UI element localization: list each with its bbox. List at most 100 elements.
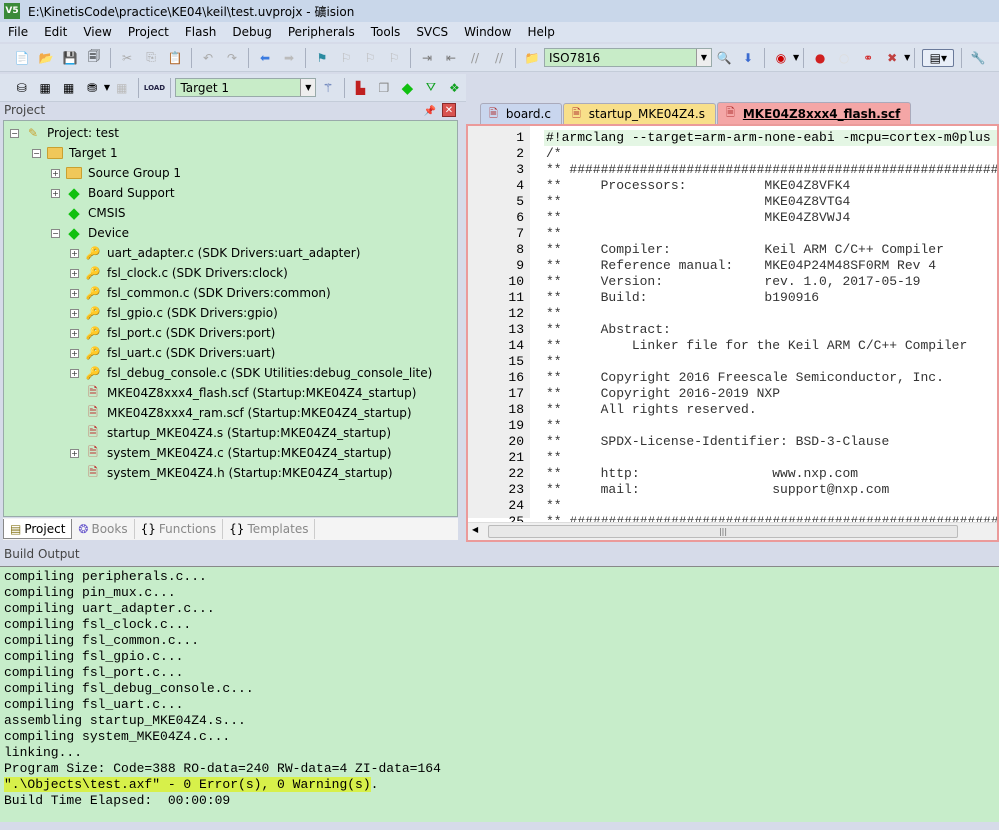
debug-session-icon[interactable]: ◉ [772, 49, 790, 67]
tree-item[interactable]: 🗎 MKE04Z8xxx4_flash.scf (Startup:MKE04Z4_… [70, 383, 416, 403]
indent-icon[interactable]: ⇥ [418, 49, 436, 67]
tree-item[interactable]: + 🔑 fsl_common.c (SDK Drivers:common) [70, 283, 331, 303]
find-in-files-icon[interactable]: 📁 [523, 49, 541, 67]
load-download-icon[interactable]: LOAD [144, 79, 165, 97]
tab-templates[interactable]: {} Templates [223, 519, 316, 539]
menu-peripherals[interactable]: Peripherals [280, 25, 363, 39]
chevron-down-icon[interactable]: ▼ [793, 53, 799, 62]
expand-icon[interactable]: + [70, 268, 79, 278]
collapse-icon[interactable]: − [51, 228, 60, 238]
manage-run-time-environment-icon[interactable]: ◆ [399, 79, 416, 97]
disable-breakpoint-icon[interactable]: ○ [835, 49, 853, 67]
collapse-icon[interactable]: − [10, 128, 19, 138]
bookmark-icon[interactable]: ⚑ [313, 49, 331, 67]
target-options-wand-icon[interactable]: ⚚ [319, 79, 336, 97]
expand-icon[interactable]: + [70, 348, 79, 358]
tree-item[interactable]: 🗎 system_MKE04Z4.h (Startup:MKE04Z4_start… [70, 463, 392, 483]
window-layout-button[interactable]: ▤▾ [922, 48, 955, 67]
uncomment-icon[interactable]: // [490, 49, 508, 67]
copy-icon[interactable]: ⎘ [142, 49, 160, 67]
save-all-icon[interactable]: 🗐 [85, 49, 103, 67]
expand-icon[interactable]: + [51, 188, 60, 198]
chevron-down-icon[interactable]: ▼ [696, 49, 711, 66]
batch-build-icon[interactable]: ⛃ [83, 79, 100, 97]
tree-item[interactable]: 🗎 startup_MKE04Z4.s (Startup:MKE04Z4_star… [70, 423, 391, 443]
find-combo[interactable]: ISO7816 ▼ [544, 48, 712, 67]
menu-file[interactable]: File [0, 25, 36, 39]
expand-icon[interactable]: + [70, 308, 79, 318]
disable-all-breakpoints-icon[interactable]: ⚭ [859, 49, 877, 67]
find-icon[interactable]: 🔍 [715, 49, 733, 67]
file-extensions-icon[interactable]: ▙ [352, 79, 369, 97]
breakpoint-icon[interactable]: ● [811, 49, 829, 67]
expand-icon[interactable]: + [70, 368, 79, 378]
chevron-down-icon[interactable]: ▼ [104, 83, 110, 92]
tree-item[interactable]: ◆ CMSIS [51, 203, 125, 223]
paste-icon[interactable]: 📋 [166, 49, 184, 67]
tree-item[interactable]: + 🔑 fsl_debug_console.c (SDK Utilities:deb… [70, 363, 432, 383]
next-bookmark-icon[interactable]: ⚐ [361, 49, 379, 67]
close-icon[interactable]: ✕ [442, 103, 456, 117]
chevron-down-icon[interactable]: ▼ [300, 79, 316, 96]
menu-svcs[interactable]: SVCS [408, 25, 456, 39]
expand-icon[interactable]: + [70, 248, 79, 258]
undo-icon[interactable]: ↶ [199, 49, 217, 67]
collapse-icon[interactable]: − [32, 148, 41, 158]
expand-icon[interactable]: + [70, 448, 79, 458]
tree-item[interactable]: + 🔑 uart_adapter.c (SDK Drivers:uart_adapt… [70, 243, 360, 263]
expand-icon[interactable]: + [51, 168, 60, 178]
menu-window[interactable]: Window [456, 25, 519, 39]
forward-arrow-icon[interactable]: ➡ [280, 49, 298, 67]
tree-item[interactable]: + 🗎 system_MKE04Z4.c (Startup:MKE04Z4_star… [70, 443, 392, 463]
pin-icon[interactable]: 📌 [424, 103, 436, 120]
configure-wrench-icon[interactable]: 🔧 [969, 49, 987, 67]
tree-item[interactable]: + 🔑 fsl_port.c (SDK Drivers:port) [70, 323, 275, 343]
kill-breakpoints-icon[interactable]: ✖ [883, 49, 901, 67]
scrollbar-thumb[interactable]: ||| [488, 525, 958, 538]
code-editor[interactable]: 1234567891011121314151617181920212223242… [466, 124, 999, 542]
manage-multi-project-icon[interactable]: ❐ [375, 79, 392, 97]
editor-tab[interactable]: 🗎 board.c [480, 103, 562, 124]
translate-icon[interactable]: ⛁ [13, 79, 30, 97]
editor-tab[interactable]: 🗎 startup_MKE04Z4.s [562, 103, 716, 124]
tree-item[interactable]: − ✎ Project: test [10, 123, 119, 143]
tree-item[interactable]: − ◆ Device [51, 223, 129, 243]
build-output-panel[interactable]: compiling peripherals.c... compiling pin_… [0, 566, 999, 822]
tree-item[interactable]: + 🔑 fsl_clock.c (SDK Drivers:clock) [70, 263, 288, 283]
tab-functions[interactable]: {} Functions [135, 519, 224, 539]
select-software-packs-icon[interactable]: ⛛ [422, 79, 439, 97]
menu-tools[interactable]: Tools [363, 25, 409, 39]
scroll-left-icon[interactable]: ◀ [472, 525, 478, 534]
menu-project[interactable]: Project [120, 25, 177, 39]
horizontal-scrollbar[interactable]: ◀ ||| [468, 522, 997, 540]
menu-flash[interactable]: Flash [177, 25, 224, 39]
prev-bookmark-icon[interactable]: ⚐ [337, 49, 355, 67]
tree-item[interactable]: − Target 1 [32, 143, 118, 163]
new-file-icon[interactable]: 📄 [13, 49, 31, 67]
open-folder-icon[interactable]: 📂 [37, 49, 55, 67]
save-icon[interactable]: 💾 [61, 49, 79, 67]
tree-item[interactable]: + ◆ Board Support [51, 183, 175, 203]
menu-help[interactable]: Help [519, 25, 562, 39]
tree-item[interactable]: + 🔑 fsl_uart.c (SDK Drivers:uart) [70, 343, 275, 363]
menu-view[interactable]: View [75, 25, 119, 39]
rebuild-icon[interactable]: ▦ [60, 79, 77, 97]
redo-icon[interactable]: ↷ [223, 49, 241, 67]
comment-icon[interactable]: // [466, 49, 484, 67]
tree-item[interactable]: + Source Group 1 [51, 163, 181, 183]
chevron-down-icon[interactable]: ▼ [904, 53, 910, 62]
pack-installer-icon[interactable]: ❖ [446, 79, 463, 97]
editor-tab[interactable]: 🗎 MKE04Z8xxx4_flash.scf [716, 102, 912, 124]
menu-debug[interactable]: Debug [224, 25, 279, 39]
tree-item[interactable]: 🗎 MKE04Z8xxx4_ram.scf (Startup:MKE04Z4_st… [70, 403, 411, 423]
incremental-find-icon[interactable]: ⬇ [739, 49, 757, 67]
unindent-icon[interactable]: ⇤ [442, 49, 460, 67]
clear-bookmarks-icon[interactable]: ⚐ [385, 49, 403, 67]
target-combo[interactable]: Target 1 ▼ [175, 78, 317, 97]
tab-project[interactable]: ▤ Project [3, 519, 73, 539]
tab-books[interactable]: ❂ Books [72, 519, 135, 539]
build-icon[interactable]: ▦ [36, 79, 53, 97]
expand-icon[interactable]: + [70, 288, 79, 298]
menu-edit[interactable]: Edit [36, 25, 75, 39]
expand-icon[interactable]: + [70, 328, 79, 338]
